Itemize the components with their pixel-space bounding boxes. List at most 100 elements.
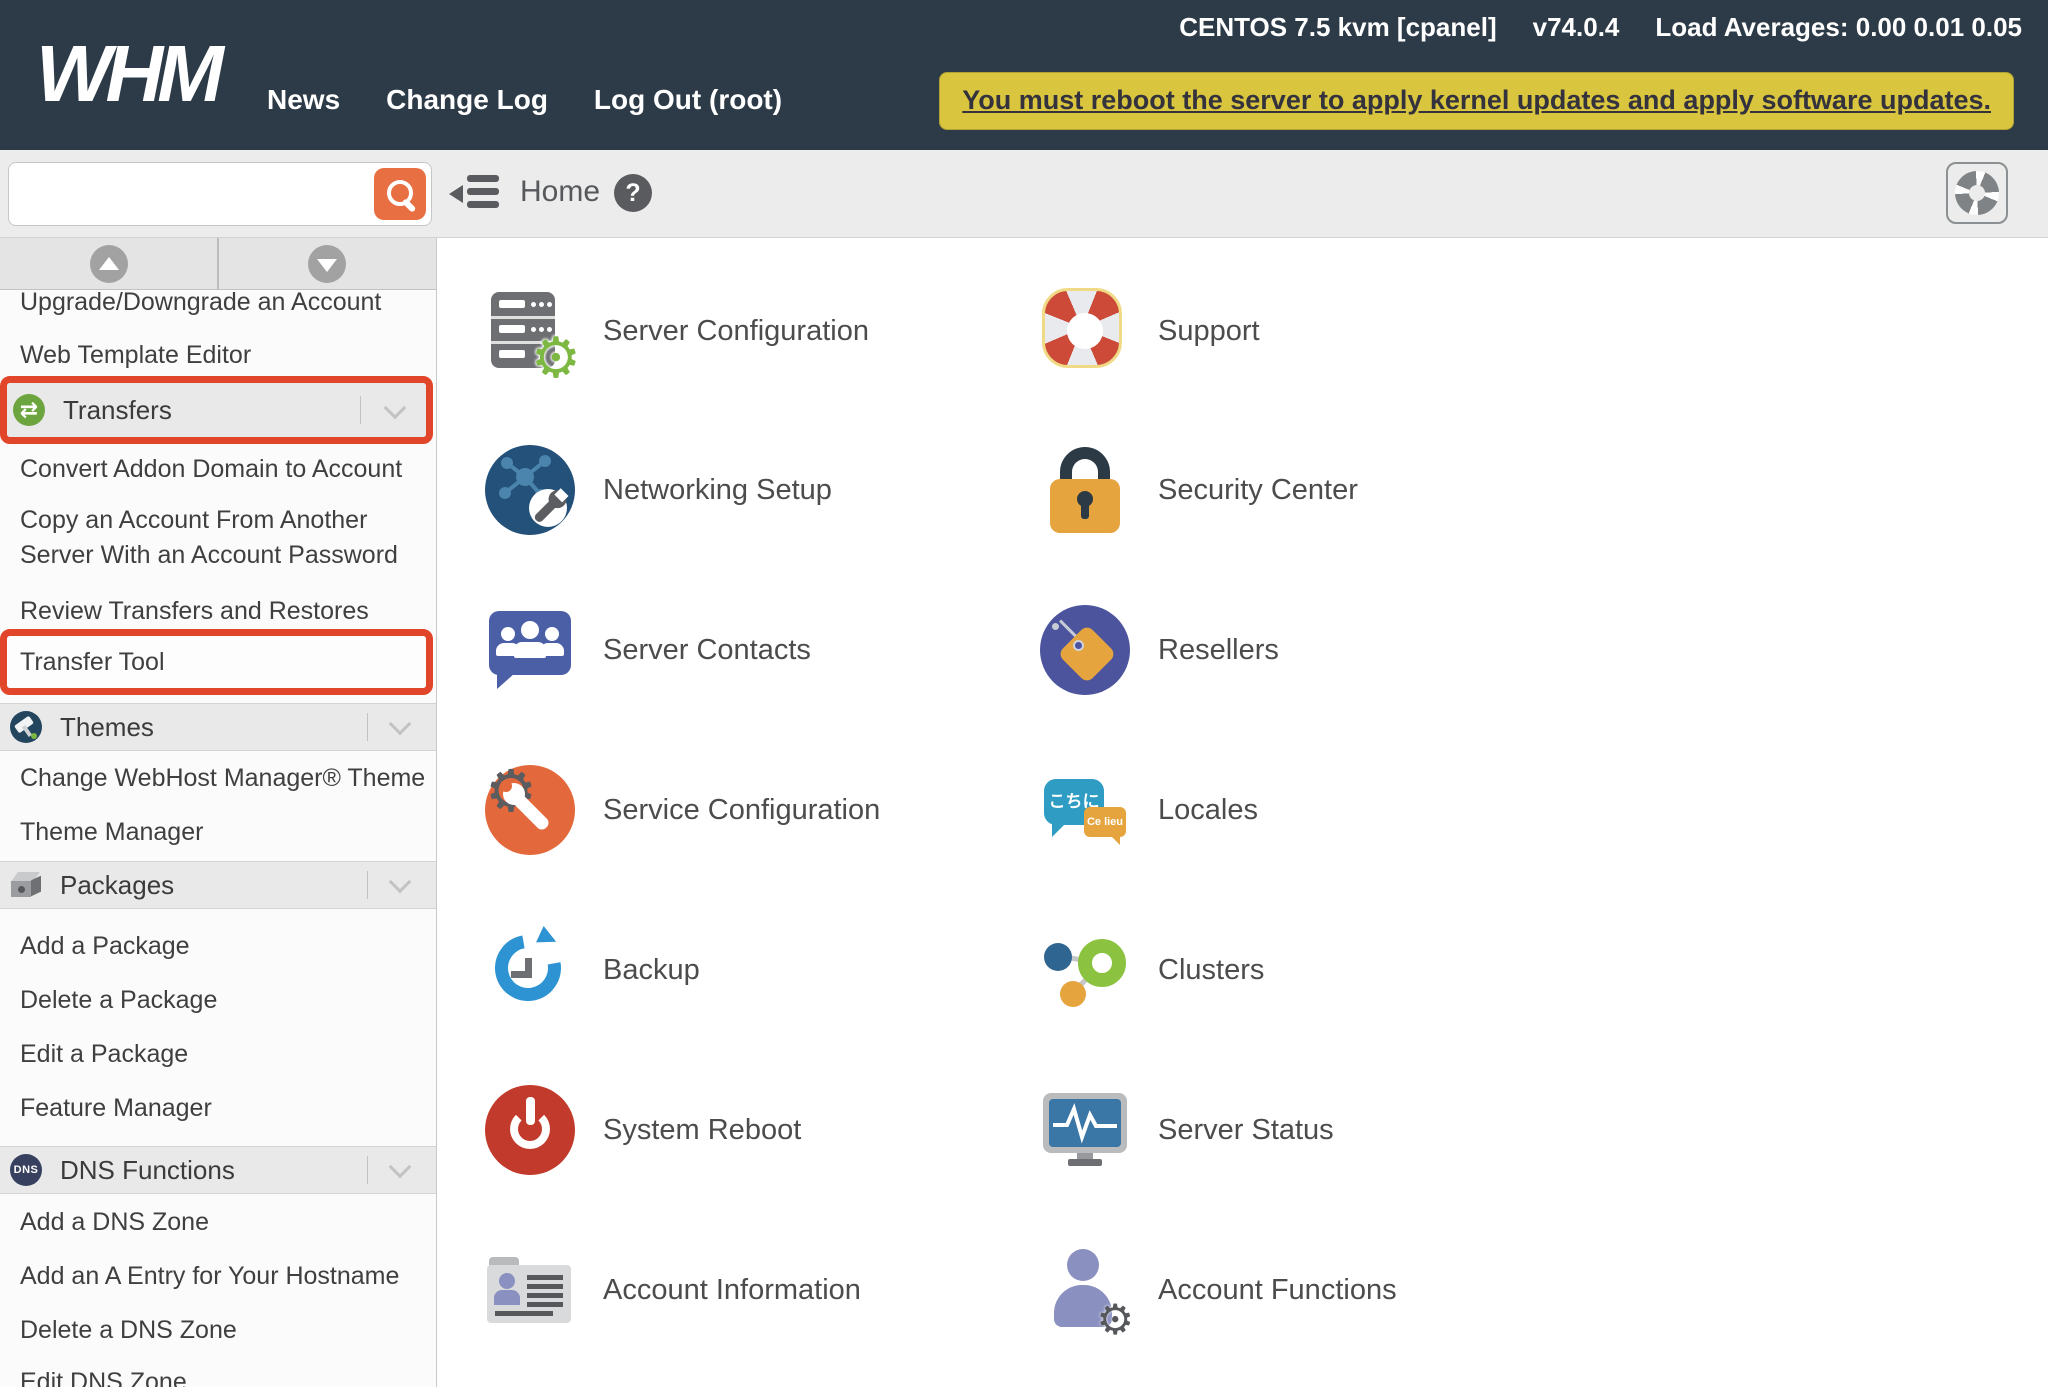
grid-item-label: Resellers [1158,633,1279,666]
account-functions-user-gear-icon: ⚙ [1040,1245,1134,1341]
gear-icon: ⚙ [530,326,581,389]
main-content: ⚙ Server Configuration Support Networkin… [437,238,2048,1387]
sidebar-item-add-a-entry[interactable]: Add an A Entry for Your Hostname [0,1256,436,1296]
sidebar-item-add-dns-zone[interactable]: Add a DNS Zone [0,1202,436,1242]
transfer-tool-highlight-box: Transfer Tool [0,629,433,695]
grid-item-label: Support [1158,314,1260,347]
top-nav: News Change Log Log Out (root) [267,84,782,116]
sidebar-item-add-package[interactable]: Add a Package [0,926,436,966]
search-input[interactable] [19,167,363,221]
sidebar-item-web-template-editor[interactable]: Web Template Editor [0,335,436,375]
status-os: CENTOS 7.5 kvm [cpanel] [1179,12,1497,42]
grid-item-label: Networking Setup [603,473,832,506]
chevron-down-icon [388,870,412,894]
transfers-icon: ⇄ [13,394,45,426]
sidebar-item-edit-dns-zone[interactable]: Edit DNS Zone [0,1362,436,1387]
sidebar-section-transfers[interactable]: ⇄ Transfers [7,383,426,437]
status-load: Load Averages: 0.00 0.01 0.05 [1655,12,2022,42]
server-configuration-icon: ⚙ [485,286,581,386]
chevron-down-icon [383,396,407,420]
grid-item-label: Service Configuration [603,793,881,826]
sidebar-item-delete-package[interactable]: Delete a Package [0,980,436,1020]
grid-item-server-configuration[interactable]: ⚙ Server Configuration [485,286,869,386]
transfers-highlight-box: ⇄ Transfers [0,376,433,444]
scroll-up-button[interactable] [90,245,128,283]
grid-item-label: Account Functions [1158,1273,1397,1306]
scroll-down-button[interactable] [308,245,346,283]
status-version: v74.0.4 [1532,12,1620,42]
grid-item-networking-setup[interactable]: Networking Setup [485,445,832,535]
account-information-card-icon [485,1245,575,1335]
dns-icon: DNS [10,1154,42,1186]
grid-item-security-center[interactable]: Security Center [1040,445,1358,535]
grid-item-server-status[interactable]: Server Status [1040,1085,1334,1175]
sidebar-section-themes[interactable]: Themes [0,703,436,751]
support-button[interactable] [1946,162,2008,224]
search-button[interactable] [374,168,426,220]
grid-item-label: Clusters [1158,953,1265,986]
grid-item-backup[interactable]: Backup [482,922,700,1015]
grid-item-service-configuration[interactable]: ⚙ Service Configuration [485,763,881,855]
sidebar-item-theme-manager[interactable]: Theme Manager [0,812,436,852]
collapse-arrow-icon [449,185,463,203]
grid-item-label: Security Center [1158,473,1358,506]
sidebar-item-edit-package[interactable]: Edit a Package [0,1034,436,1074]
nav-log-out[interactable]: Log Out (root) [594,84,782,116]
grid-item-label: Backup [603,953,700,986]
grid-item-server-contacts[interactable]: Server Contacts [485,605,811,695]
server-status-summary: CENTOS 7.5 kvm [cpanel] v74.0.4 Load Ave… [1179,12,2022,43]
server-contacts-icon [485,605,575,695]
grid-item-locales[interactable]: こちに Ce lieu Locales [1040,765,1258,855]
sidebar-item-review-transfers[interactable]: Review Transfers and Restores [0,591,436,631]
grid-item-account-functions[interactable]: ⚙ Account Functions [1040,1245,1397,1341]
toolbar-strip: Home ? [0,150,2048,238]
server-status-monitor-icon [1040,1085,1130,1175]
arrow-up-icon [99,257,119,270]
system-reboot-power-icon [485,1085,575,1175]
sidebar-search [8,162,432,226]
sidebar-section-dns-functions[interactable]: DNS DNS Functions [0,1146,436,1194]
service-configuration-icon: ⚙ [485,763,575,855]
sidebar-item-delete-dns-zone[interactable]: Delete a DNS Zone [0,1310,436,1350]
collapse-sidebar-button[interactable] [449,174,501,214]
sidebar-item-copy-account[interactable]: Copy an Account From Another Server With… [0,503,418,573]
support-lifebuoy-icon [1040,286,1130,376]
reboot-alert-banner[interactable]: You must reboot the server to apply kern… [939,72,2014,130]
sidebar-item-change-theme[interactable]: Change WebHost Manager® Theme [0,758,436,798]
networking-setup-icon [485,445,575,535]
grid-item-clusters[interactable]: Clusters [1040,925,1264,1015]
help-icon[interactable]: ? [614,174,652,212]
breadcrumb-home[interactable]: Home [520,172,600,212]
item-label: Transfer Tool [20,648,165,676]
section-label: Themes [60,712,154,742]
section-label: DNS Functions [60,1155,235,1185]
grid-item-support[interactable]: Support [1040,286,1260,376]
section-label: Packages [60,870,175,900]
nav-change-log[interactable]: Change Log [386,84,548,116]
backup-clock-arrow-icon [482,922,575,1015]
top-bar: WHM News Change Log Log Out (root) CENTO… [0,0,2048,150]
sidebar-item-upgrade-downgrade-account[interactable]: Upgrade/Downgrade an Account [0,282,436,322]
whm-logo[interactable]: WHM [36,34,224,114]
sidebar-item-convert-addon-domain[interactable]: Convert Addon Domain to Account [0,449,436,489]
grid-item-label: System Reboot [603,1113,802,1146]
nav-news[interactable]: News [267,84,340,116]
sidebar-item-transfer-tool[interactable]: Transfer Tool [7,636,426,688]
grid-item-label: Locales [1158,793,1258,826]
sidebar-item-feature-manager[interactable]: Feature Manager [0,1088,436,1128]
security-center-lock-icon [1040,445,1130,535]
grid-item-resellers[interactable]: Resellers [1040,605,1279,695]
grid-item-label: Account Information [603,1273,861,1306]
grid-item-label: Server Contacts [603,633,811,666]
arrow-down-icon [317,259,337,272]
sidebar: Upgrade/Downgrade an Account Web Templat… [0,238,437,1387]
chevron-down-icon [388,712,412,736]
clusters-nodes-icon [1040,925,1130,1015]
grid-item-system-reboot[interactable]: System Reboot [485,1085,801,1175]
chevron-down-icon [388,1155,412,1179]
locales-speech-bubbles-icon: こちに Ce lieu [1040,765,1130,855]
resellers-tag-icon [1040,605,1130,695]
grid-item-account-information[interactable]: Account Information [485,1245,861,1335]
section-label: Transfers [63,395,172,425]
sidebar-section-packages[interactable]: Packages [0,861,436,909]
